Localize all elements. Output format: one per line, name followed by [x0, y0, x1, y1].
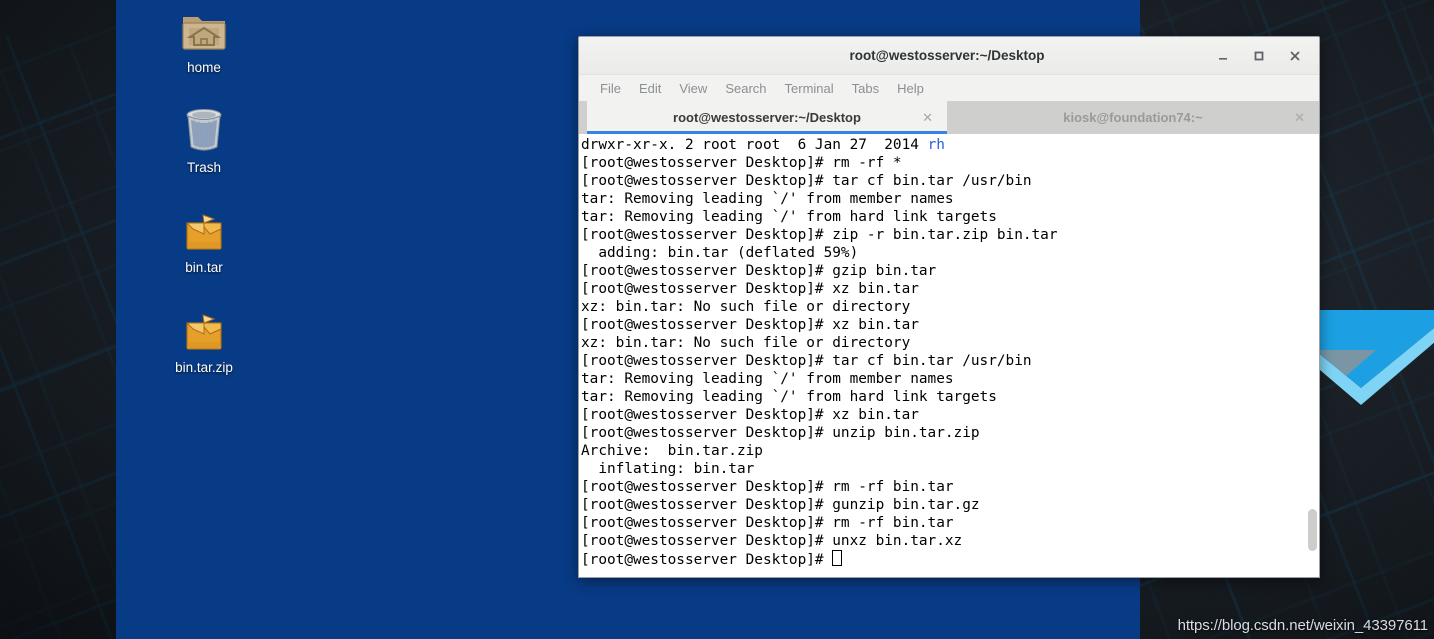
- terminal-menubar: File Edit View Search Terminal Tabs Help: [579, 75, 1319, 101]
- terminal-line: [root@westosserver Desktop]# rm -rf bin.…: [581, 479, 954, 495]
- terminal-line: [root@westosserver Desktop]# tar cf bin.…: [581, 353, 1032, 369]
- terminal-line: drwxr-xr-x. 2 root root 6 Jan 27 2014 rh: [581, 137, 945, 153]
- terminal-scrollbar[interactable]: [1306, 134, 1319, 577]
- menu-item-search[interactable]: Search: [716, 79, 775, 98]
- terminal-line: xz: bin.tar: No such file or directory: [581, 335, 911, 351]
- desktop-icon-home[interactable]: home: [144, 3, 264, 75]
- terminal-output: drwxr-xr-x. 2 root root 6 Jan 27 2014 rh…: [579, 134, 1306, 577]
- terminal-line: [root@westosserver Desktop]# xz bin.tar: [581, 317, 919, 333]
- desktop-icon-label: bin.tar.zip: [175, 360, 233, 375]
- tab-root-desktop[interactable]: root@westosserver:~/Desktop ✕: [587, 101, 947, 134]
- tabbar-left-spacer: [579, 101, 587, 134]
- archive-box-icon: [144, 203, 264, 253]
- desktop-icon-bin-tar[interactable]: bin.tar: [144, 203, 264, 275]
- terminal-line: tar: Removing leading `/' from hard link…: [581, 209, 997, 225]
- terminal-line: tar: Removing leading `/' from member na…: [581, 371, 954, 387]
- terminal-line: [root@westosserver Desktop]# gzip bin.ta…: [581, 263, 937, 279]
- trash-can-icon: [144, 103, 264, 153]
- terminal-line: tar: Removing leading `/' from hard link…: [581, 389, 997, 405]
- desktop-icon-label: bin.tar: [185, 260, 223, 275]
- desktop-icon-trash[interactable]: Trash: [144, 103, 264, 175]
- cyan-arrow-graphic: [1306, 310, 1434, 405]
- watermark-url: https://blog.csdn.net/weixin_43397611: [1177, 617, 1428, 634]
- tab-kiosk-foundation74[interactable]: kiosk@foundation74:~ ✕: [947, 101, 1319, 134]
- terminal-line: [root@westosserver Desktop]# rm -rf bin.…: [581, 515, 954, 531]
- terminal-scrollbar-thumb[interactable]: [1308, 509, 1317, 551]
- terminal-body[interactable]: drwxr-xr-x. 2 root root 6 Jan 27 2014 rh…: [579, 134, 1319, 577]
- terminal-tabbar: root@westosserver:~/Desktop ✕ kiosk@foun…: [579, 101, 1319, 134]
- maximize-icon[interactable]: [1251, 48, 1267, 64]
- archive-box-icon: [144, 303, 264, 353]
- terminal-titlebar[interactable]: root@westosserver:~/Desktop: [579, 37, 1319, 75]
- terminal-line: [root@westosserver Desktop]# zip -r bin.…: [581, 227, 1058, 243]
- tab-label: root@westosserver:~/Desktop: [673, 110, 861, 125]
- terminal-line: [root@westosserver Desktop]# rm -rf *: [581, 155, 902, 171]
- menu-item-edit[interactable]: Edit: [630, 79, 670, 98]
- terminal-line: tar: Removing leading `/' from member na…: [581, 191, 954, 207]
- minimize-icon[interactable]: [1215, 48, 1231, 64]
- terminal-line: [root@westosserver Desktop]#: [581, 550, 1306, 568]
- desktop-icon-label: home: [187, 60, 221, 75]
- desktop-icon-label: Trash: [186, 160, 221, 175]
- terminal-line: [root@westosserver Desktop]# xz bin.tar: [581, 281, 919, 297]
- home-folder-icon: [144, 3, 264, 53]
- menu-item-file[interactable]: File: [591, 79, 630, 98]
- terminal-line: [root@westosserver Desktop]# unxz bin.ta…: [581, 533, 963, 549]
- terminal-window: root@westosserver:~/Desktop File Edit Vi…: [578, 36, 1320, 578]
- terminal-line: [root@westosserver Desktop]# xz bin.tar: [581, 407, 919, 423]
- desktop-icon-bin-tar-zip[interactable]: bin.tar.zip: [144, 303, 264, 375]
- screen: home Trash bin.tar bin.tar.zip root@west…: [0, 0, 1434, 639]
- terminal-line: adding: bin.tar (deflated 59%): [581, 245, 859, 261]
- menu-item-terminal[interactable]: Terminal: [776, 79, 843, 98]
- menu-item-view[interactable]: View: [670, 79, 716, 98]
- window-title: root@westosserver:~/Desktop: [849, 48, 1045, 63]
- close-icon[interactable]: [1287, 48, 1303, 64]
- menu-item-help[interactable]: Help: [888, 79, 933, 98]
- terminal-line: [root@westosserver Desktop]# unzip bin.t…: [581, 425, 980, 441]
- terminal-line: xz: bin.tar: No such file or directory: [581, 299, 911, 315]
- terminal-line: [root@westosserver Desktop]# gunzip bin.…: [581, 497, 980, 513]
- terminal-cursor: [832, 550, 843, 566]
- terminal-directory-name: rh: [927, 137, 945, 153]
- terminal-line: [root@westosserver Desktop]# tar cf bin.…: [581, 173, 1032, 189]
- terminal-line: inflating: bin.tar: [581, 461, 755, 477]
- menu-item-tabs[interactable]: Tabs: [843, 79, 888, 98]
- terminal-line: Archive: bin.tar.zip: [581, 443, 763, 459]
- window-controls: [1215, 48, 1319, 64]
- tab-close-icon[interactable]: ✕: [922, 110, 933, 126]
- tab-label: kiosk@foundation74:~: [1063, 110, 1203, 125]
- tab-close-icon[interactable]: ✕: [1294, 110, 1305, 126]
